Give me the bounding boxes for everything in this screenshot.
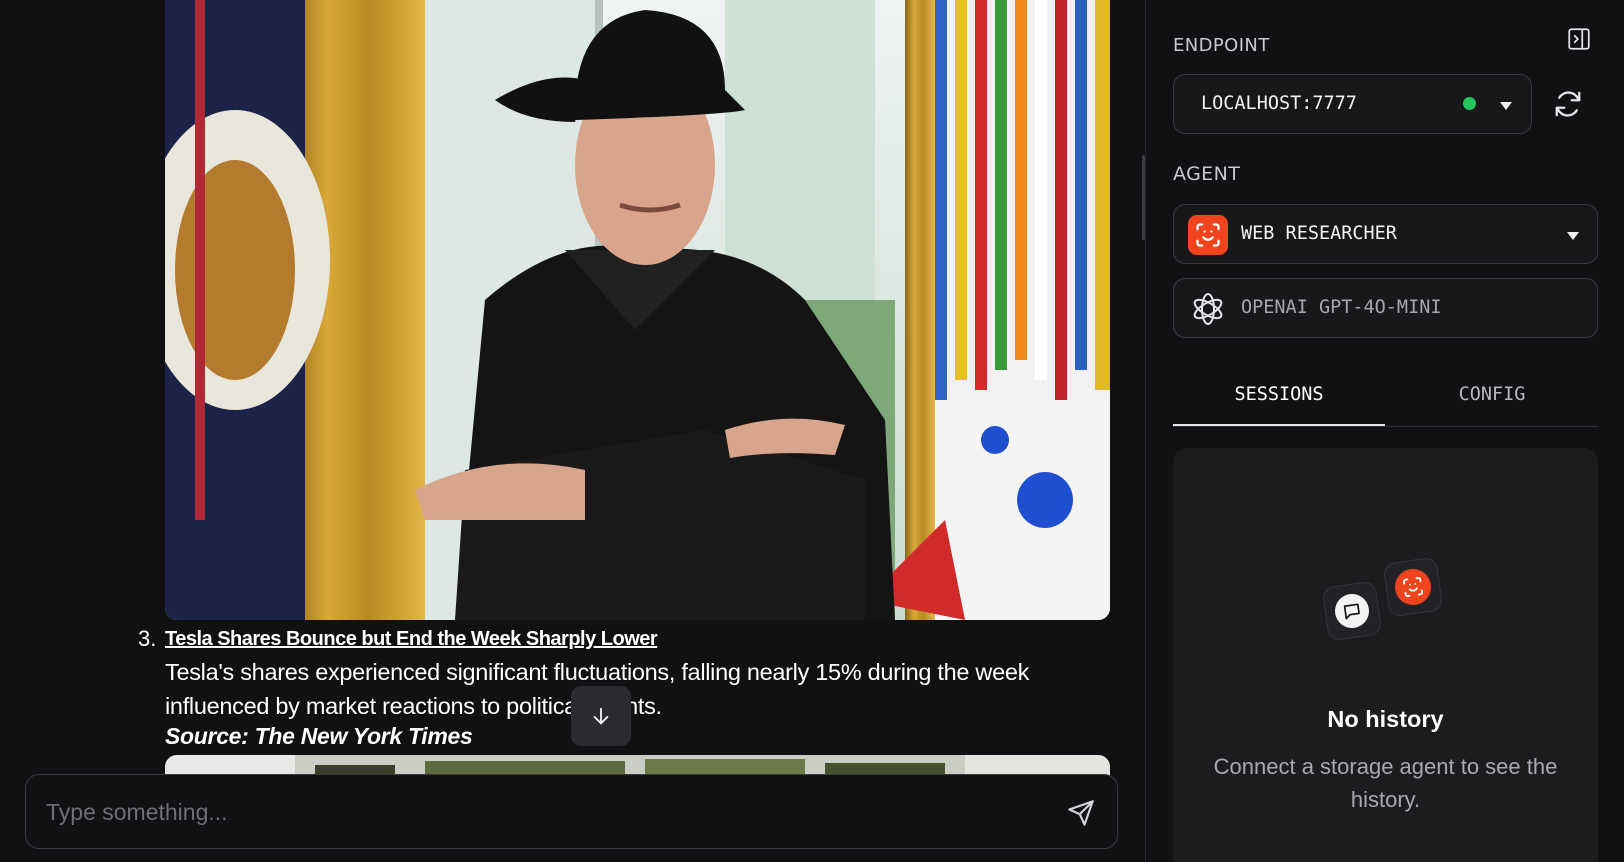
chat-bubble-tile [1321,580,1383,642]
arrow-down-icon [593,707,609,725]
endpoint-value: LOCALHOST:7777 [1201,93,1357,114]
scroll-to-bottom-button[interactable] [571,686,631,746]
model-display: OPENAI GPT-4O-MINI [1173,278,1598,338]
message-composer [25,774,1118,849]
news-link[interactable]: Tesla Shares Bounce but End the Week Sha… [165,628,658,651]
history-empty-state: No history Connect a storage agent to se… [1173,448,1598,862]
tab-config[interactable]: CONFIG [1386,384,1598,405]
list-item-number: 3. [138,626,157,651]
scan-face-icon [1196,223,1220,247]
agent-label: AGENT [1173,163,1241,185]
agent-avatar [1188,215,1228,255]
sidebar-tabs: SESSIONS CONFIG [1173,372,1598,427]
sidebar-toggle-button[interactable] [1566,26,1594,54]
chat-bubble-icon [1343,603,1360,620]
status-indicator [1463,97,1476,110]
endpoint-label: ENDPOINT [1173,35,1270,56]
send-icon [1068,800,1094,826]
refresh-button[interactable] [1550,86,1586,122]
model-name: OPENAI GPT-4O-MINI [1241,297,1442,318]
chevron-down-icon [1500,102,1512,110]
endpoint-select[interactable]: LOCALHOST:7777 [1173,74,1532,134]
scan-face-icon [1403,577,1423,597]
chat-panel: 3. Tesla Shares Bounce but End the Week … [0,0,1145,862]
message-input[interactable] [46,793,1026,831]
send-button[interactable] [1065,797,1097,829]
news-source: Source: The New York Times [165,723,473,749]
agent-name: WEB RESEARCHER [1241,223,1397,244]
refresh-icon [1555,91,1581,117]
chevron-down-icon [1567,232,1579,240]
panel-toggle-icon [1568,28,1590,50]
history-empty-title: No history [1327,706,1444,732]
agent-tile [1382,556,1444,618]
chat-scrollbar[interactable] [1142,155,1145,240]
openai-icon [1193,293,1223,325]
app-root: 3. Tesla Shares Bounce but End the Week … [0,0,1624,862]
history-empty-subtitle: Connect a storage agent to see the histo… [1213,754,1558,812]
active-tab-indicator [1173,424,1385,426]
news-photo [165,0,1110,620]
tab-sessions[interactable]: SESSIONS [1173,384,1385,405]
agent-select[interactable]: WEB RESEARCHER [1173,204,1598,264]
right-sidebar: ENDPOINT LOCALHOST:7777 AGENT WEB RESEAR… [1146,0,1624,862]
